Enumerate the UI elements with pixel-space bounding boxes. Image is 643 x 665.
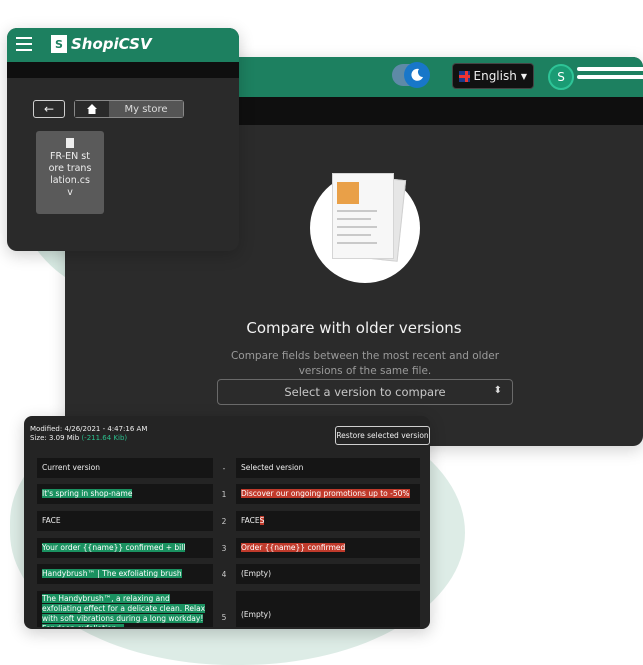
chevron-down-icon: ▼ [520,71,527,81]
compare-title: Compare with older versions [246,319,462,337]
current-text-added: The Handybrush™, a relaxing and exfoliat… [42,594,206,627]
version-meta: Modified: 4/26/2021 - 4:47:16 AM Size: 3… [30,425,147,443]
logo-icon: S [51,35,67,53]
selected-text-removed: Order {{name}} confirmed [241,543,346,552]
file-browser-window: S ShopiCSV ← My store FR-EN store transl… [7,28,239,251]
sub-bar [7,62,239,78]
app-header: S ShopiCSV [7,28,239,62]
row-number: 5 [221,613,227,622]
avatar[interactable]: S [548,64,574,90]
home-icon[interactable] [75,101,109,117]
modified-date: Modified: 4/26/2021 - 4:47:16 AM [30,425,148,433]
current-text-added: Your order {{name}} confirmed + bill [42,543,186,552]
selected-text-removed: S [259,516,265,525]
selected-text: FACE [241,516,260,525]
selected-version-header: Selected version [236,458,420,478]
file-name: FR-EN store translation.csv [48,151,92,198]
breadcrumb-store[interactable]: My store [109,101,183,117]
selected-text: (Empty) [241,610,272,619]
account-menu[interactable] [577,67,643,83]
language-label: English [473,69,517,83]
language-select[interactable]: English ▼ [452,63,534,89]
version-select[interactable]: Select a version to compare ⬍ [217,379,513,405]
sort-caret-icon: ⬍ [493,385,502,396]
current-text: FACE [42,516,61,525]
back-button[interactable]: ← [33,100,65,118]
app-name: ShopiCSV [71,35,152,53]
row-number: 1 [221,490,227,499]
file-icon [66,138,74,148]
selected-text-removed: Discover [241,489,274,498]
breadcrumb: My store [74,100,184,118]
row-number: 4 [221,570,227,579]
file-size: Size: 3.09 Mib [30,434,80,442]
current-version-header: Current version [37,458,213,478]
current-text-added: Handybrush™ | The exfoliating brush [42,569,182,578]
version-compare-panel: Modified: 4/26/2021 - 4:47:16 AM Size: 3… [24,416,430,629]
selected-text: our ongoing promotions up to -50% [273,489,410,498]
header-separator: - [222,464,226,473]
theme-toggle[interactable] [392,62,430,88]
uk-flag-icon [459,70,470,82]
size-delta: (-211.64 Kib) [81,434,128,442]
document-illustration [310,173,420,283]
row-number: 3 [221,544,227,553]
current-text: It's spring [42,489,79,498]
moon-icon [404,62,430,88]
version-select-label: Select a version to compare [284,385,446,399]
restore-version-button[interactable]: Restore selected version [335,426,430,445]
hamburger-icon[interactable] [16,37,32,55]
file-card[interactable]: FR-EN store translation.csv [36,131,104,214]
row-number: 2 [221,517,227,526]
current-text-added: in shop-name [78,489,133,498]
compare-description: Compare fields between the most recent a… [230,350,500,377]
selected-text: (Empty) [241,569,272,578]
